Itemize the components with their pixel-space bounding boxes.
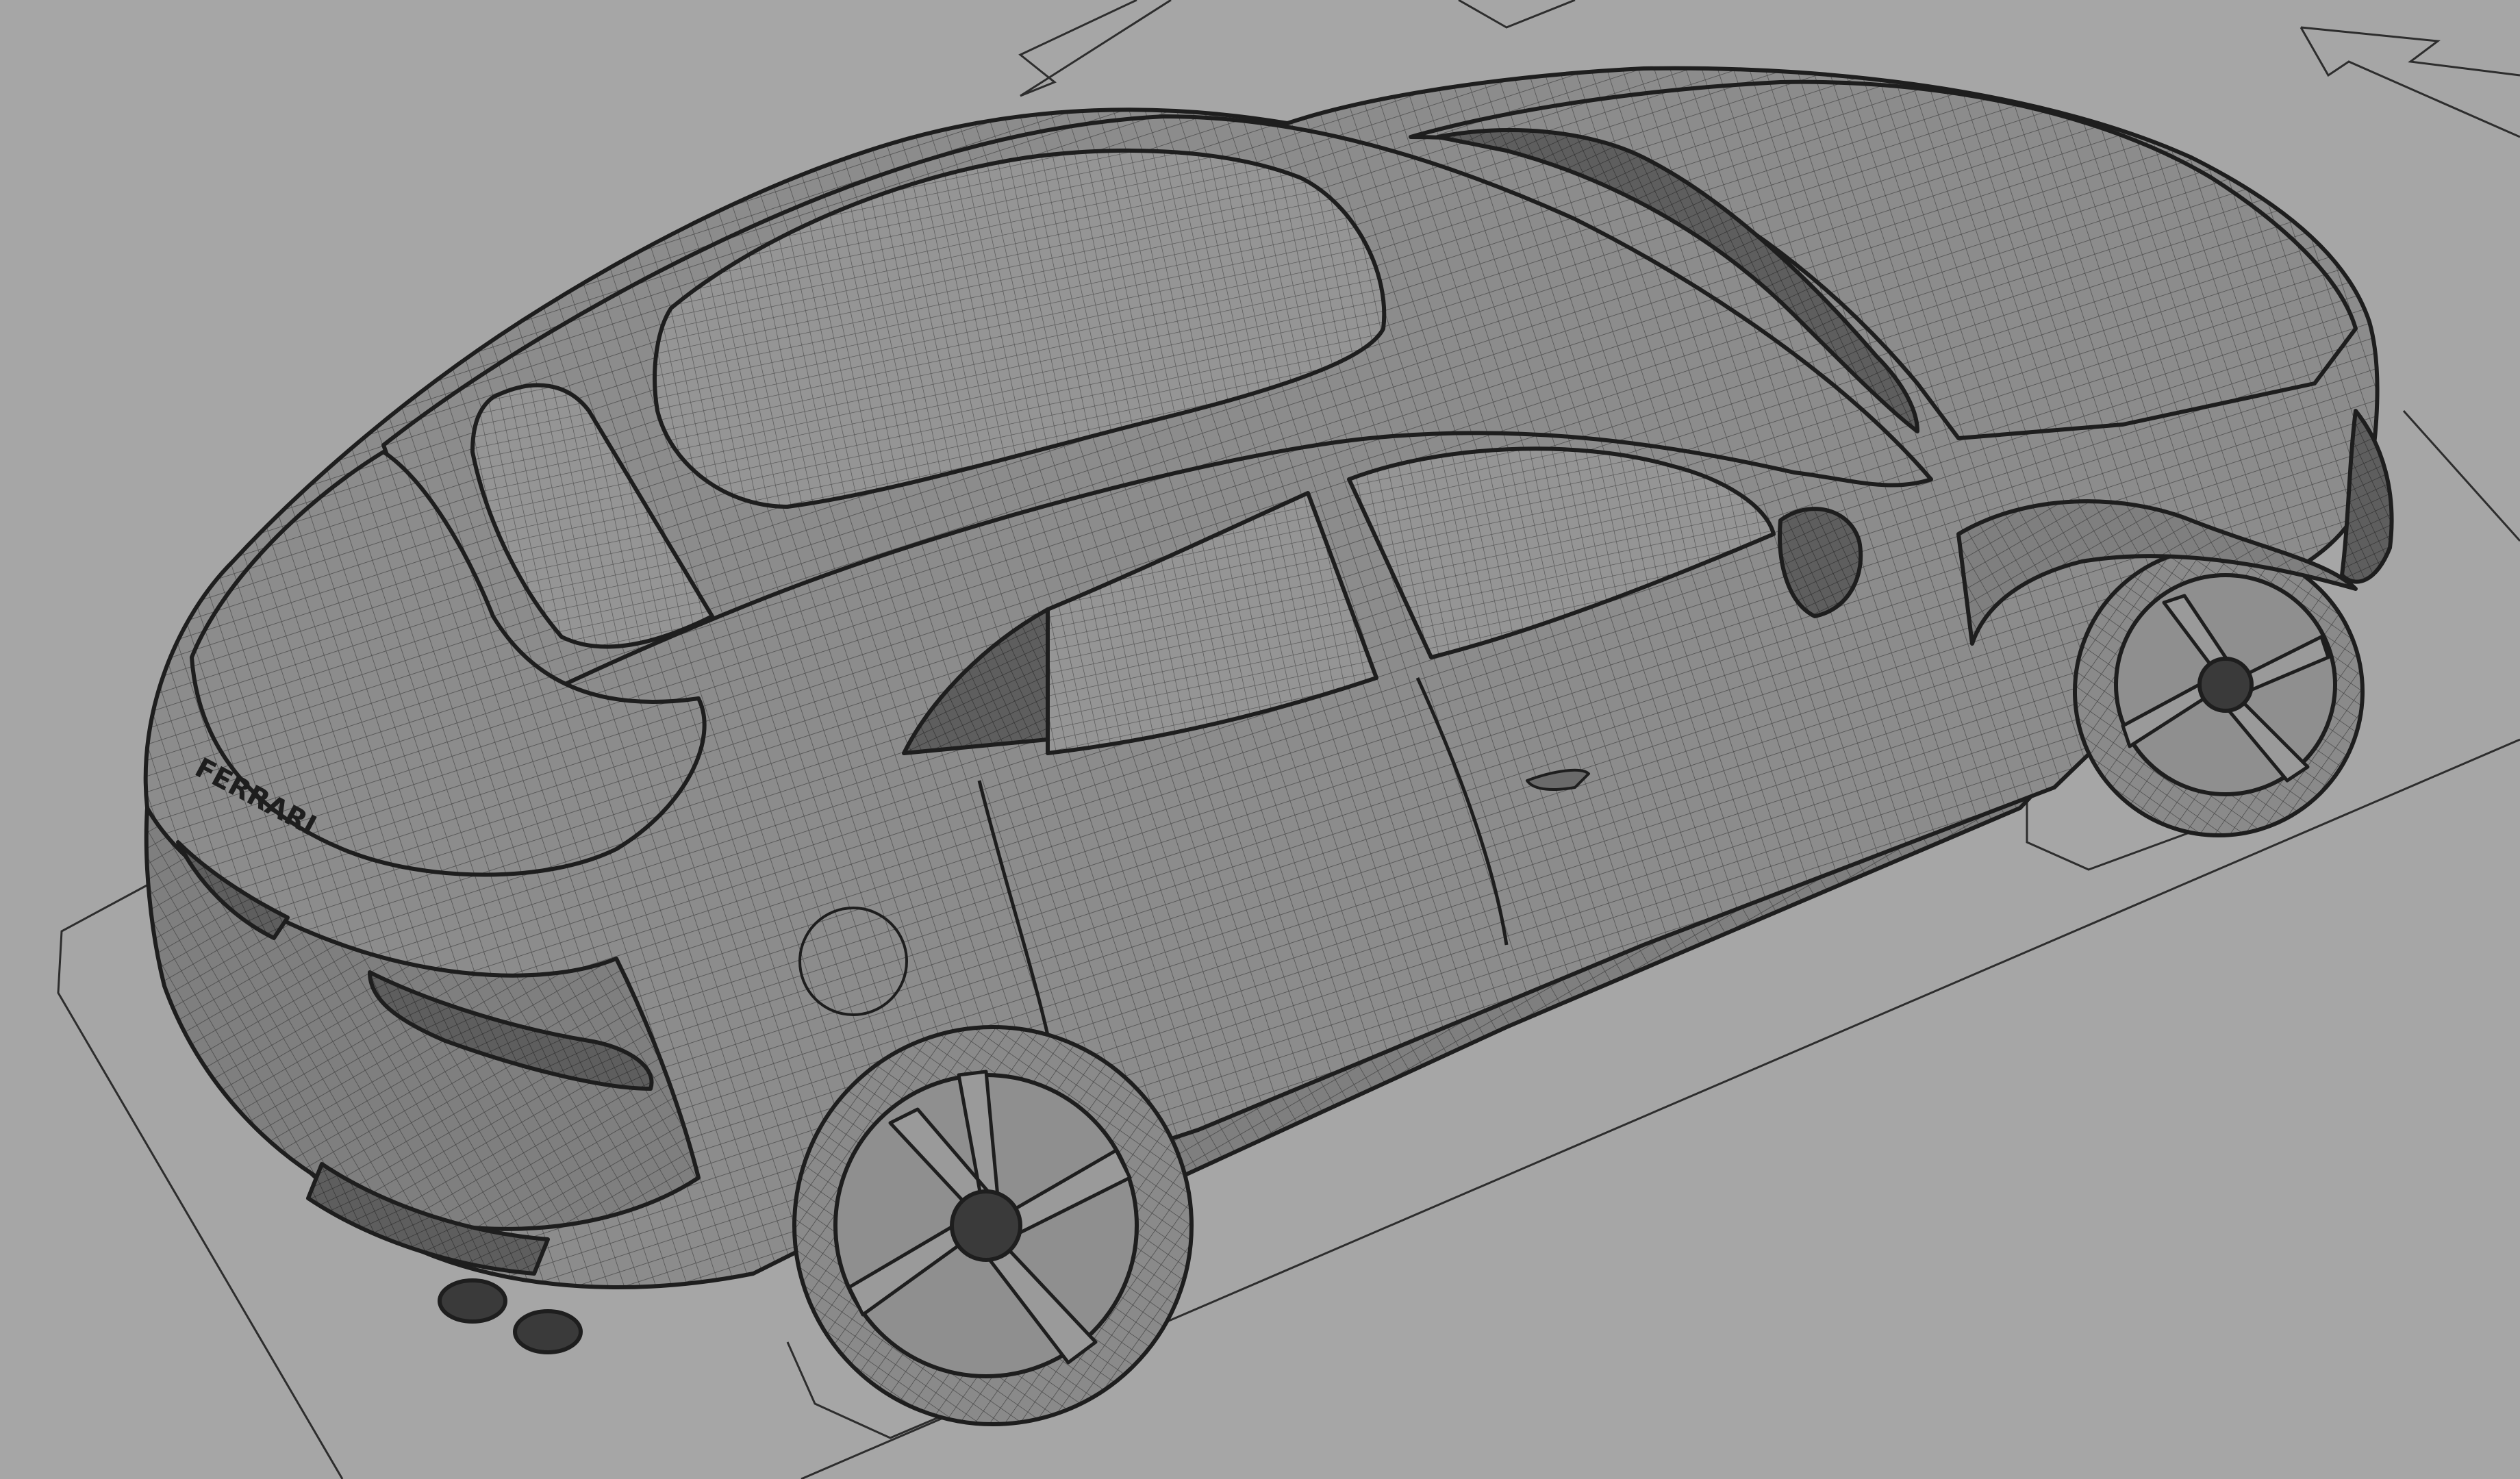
floor-plane-notch [1018, 0, 1137, 97]
rear-wheel [792, 1025, 1194, 1426]
guide-edge-right [2402, 409, 2520, 542]
3d-viewport[interactable]: FERRARI [0, 0, 2520, 1479]
floor-plane-edge-top [1020, 0, 1172, 97]
fuel-cap [798, 907, 908, 1016]
front-wheel [2073, 546, 2365, 837]
rear-hub [950, 1189, 1022, 1262]
car-model [143, 66, 2394, 1426]
exhaust-tip-right [513, 1309, 583, 1354]
guide-arrow [2300, 26, 2520, 138]
front-hub [2197, 657, 2254, 713]
exhaust-tip-left [438, 1278, 507, 1324]
guide-edge-top [1458, 0, 1576, 29]
viewport-canvas: FERRARI [57, 0, 2520, 1479]
